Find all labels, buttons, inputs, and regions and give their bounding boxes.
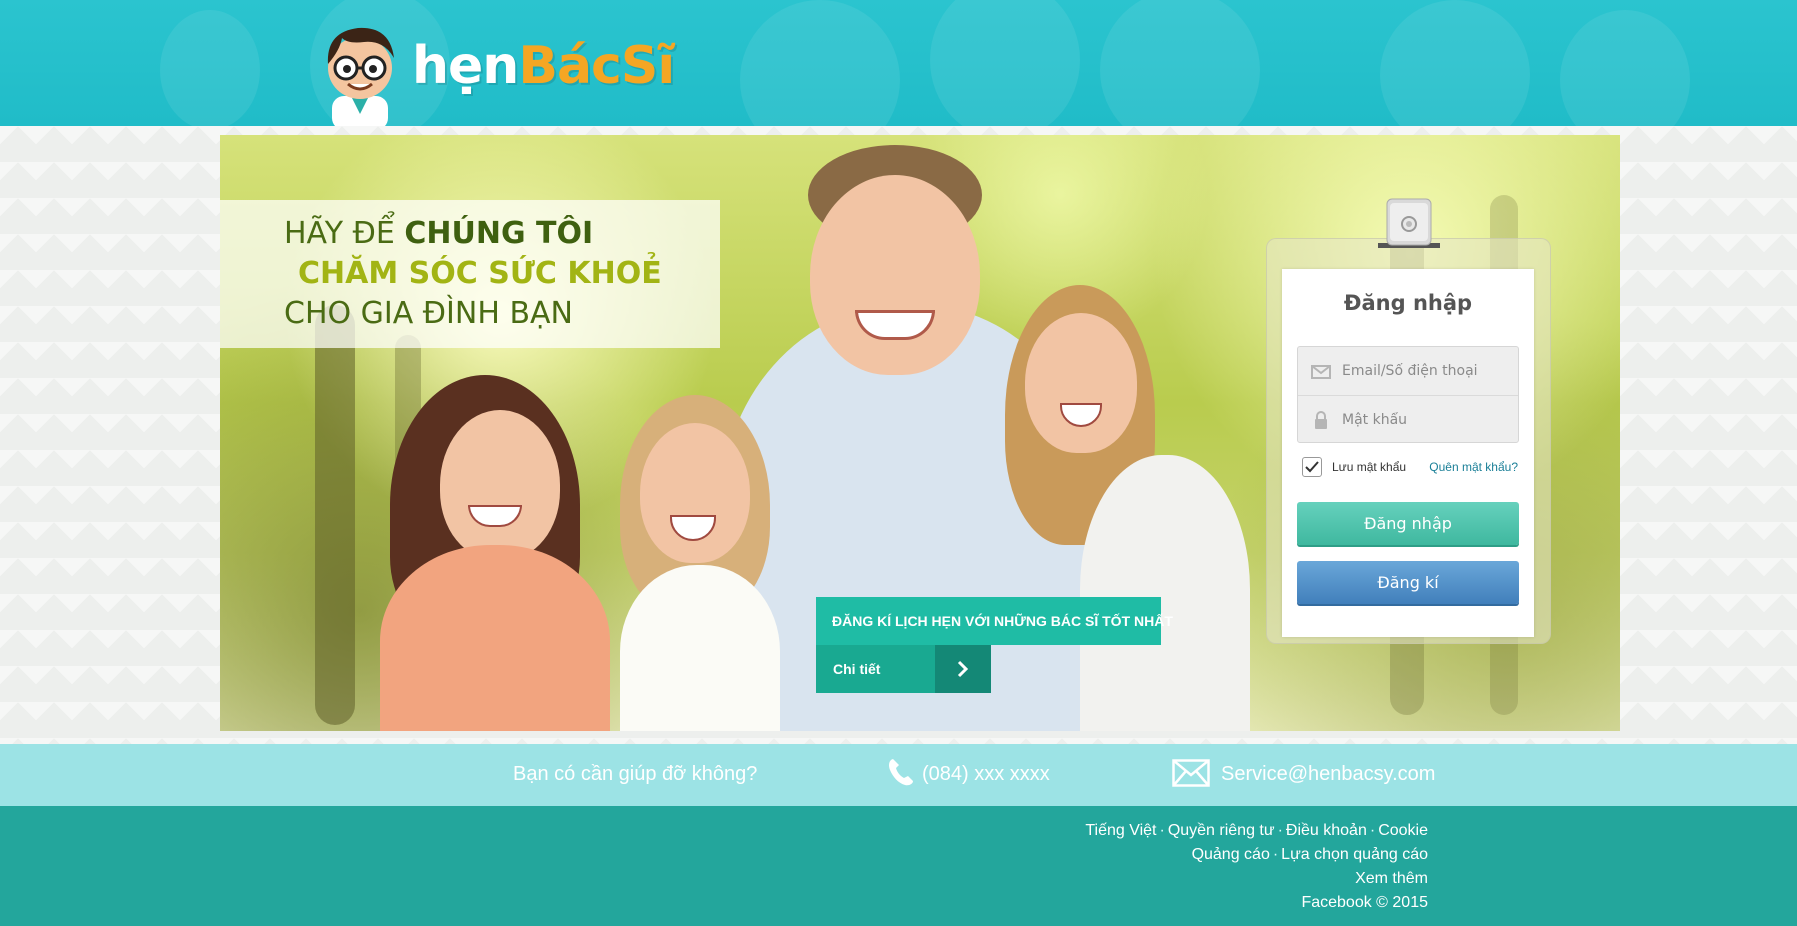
chevron-right-icon — [957, 660, 969, 678]
phone-icon — [889, 759, 913, 786]
logo-hen: hẹn — [412, 36, 519, 96]
footer-link-cookie[interactable]: Cookie — [1378, 822, 1428, 839]
footer-link-ad-choices[interactable]: Lựa chọn quảng cáo — [1281, 846, 1428, 863]
credentials-fieldset — [1297, 346, 1519, 443]
password-row — [1298, 396, 1518, 444]
password-input[interactable] — [1342, 406, 1512, 434]
footer-link-more[interactable]: Xem thêm — [1355, 870, 1428, 887]
appointment-cta-banner[interactable]: ĐĂNG KÍ LỊCH HẸN VỚI NHỮNG BÁC SĨ TỐT NH… — [816, 597, 1173, 645]
footer-links-row-1: Tiếng Việt · Quyền riêng tư · Điều khoản · Coo… — [1085, 822, 1428, 839]
email-row — [1298, 347, 1518, 395]
footer-link-ads[interactable]: Quảng cáo — [1192, 846, 1270, 863]
help-phone[interactable]: (084) xxx xxxx — [922, 763, 1050, 786]
envelope-icon — [1311, 365, 1331, 379]
details-arrow-button[interactable] — [935, 645, 991, 693]
tagline-line-2: CHĂM SÓC SỨC KHOẺ — [298, 256, 662, 291]
footer-link-language[interactable]: Tiếng Việt — [1085, 822, 1156, 839]
help-question: Bạn có cần giúp đỡ không? — [513, 763, 758, 785]
register-button[interactable]: Đăng kí — [1297, 561, 1519, 604]
footer-copyright: Facebook © 2015 — [1301, 894, 1428, 911]
footer-more: Xem thêm — [1355, 870, 1428, 888]
footer-links-row-2: Quảng cáo · Lựa chọn quảng cáo — [1191, 846, 1428, 863]
forgot-password-link[interactable]: Quên mật khẩu? — [1429, 460, 1518, 474]
footer-link-terms[interactable]: Điều khoản — [1286, 822, 1367, 839]
login-button[interactable]: Đăng nhập — [1297, 502, 1519, 545]
clipboard-clip-icon — [1378, 198, 1440, 248]
logo-text: hẹnBácSĩ — [412, 40, 675, 92]
tagline-line-1: HÃY ĐỂ CHÚNG TÔI — [284, 219, 593, 249]
help-email[interactable]: Service@henbacsy.com — [1221, 763, 1435, 786]
login-form: Đăng nhập Lưu mật khẩu Quên mật khẩu? Đă… — [1282, 269, 1534, 637]
tagline-line-1-regular: HÃY ĐỂ — [284, 216, 405, 251]
mail-icon — [1172, 759, 1210, 787]
tagline-line-1-bold: CHÚNG TÔI — [404, 216, 594, 251]
lock-icon — [1315, 411, 1327, 429]
email-input[interactable] — [1342, 357, 1512, 385]
site-header: hẹnBácSĩ — [0, 0, 1797, 126]
tagline-line-3: CHO GIA ĐÌNH BẠN — [284, 296, 573, 331]
checkmark-icon — [1305, 461, 1319, 473]
doctor-mascot-icon — [327, 27, 394, 126]
logo-bacsi: BácSĩ — [518, 36, 675, 96]
login-title: Đăng nhập — [1343, 291, 1473, 315]
remember-password-label[interactable]: Lưu mật khẩu — [1332, 460, 1406, 474]
footer-link-privacy[interactable]: Quyền riêng tư — [1168, 822, 1275, 839]
remember-password-checkbox[interactable] — [1302, 457, 1322, 477]
site-footer: Tiếng Việt · Quyền riêng tư · Điều khoản · Coo… — [0, 806, 1797, 926]
girl-middle-figure — [610, 395, 830, 731]
site-logo[interactable]: hẹnBácSĩ — [318, 18, 675, 126]
help-bar: Bạn có cần giúp đỡ không? (084) xxx xxxx… — [0, 744, 1797, 806]
